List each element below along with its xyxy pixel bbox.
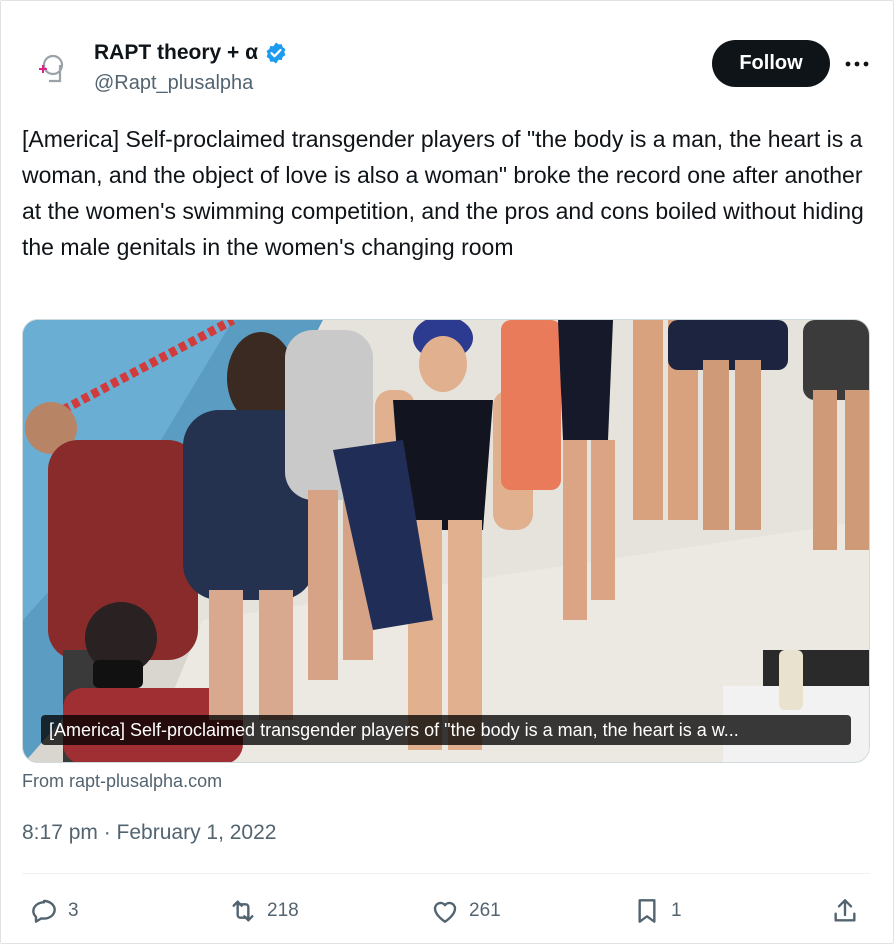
like-button[interactable]: 261 xyxy=(429,891,501,931)
bookmark-button[interactable]: 1 xyxy=(631,891,682,931)
divider xyxy=(22,873,870,874)
reply-count: 3 xyxy=(68,900,79,921)
reply-icon xyxy=(32,899,56,923)
media-caption: [America] Self-proclaimed transgender pl… xyxy=(41,715,851,745)
tweet-card: RAPT theory + α @Rapt_plusalpha Follow [… xyxy=(0,0,894,944)
source-link[interactable]: From rapt-plusalpha.com xyxy=(22,771,222,792)
share-button[interactable] xyxy=(829,891,861,931)
media-image[interactable] xyxy=(22,319,870,763)
bookmark-count: 1 xyxy=(671,900,682,921)
more-icon xyxy=(845,61,869,67)
share-icon xyxy=(834,899,856,922)
display-name[interactable]: RAPT theory + α xyxy=(94,41,258,65)
action-bar: 3 218 261 1 xyxy=(1,891,894,931)
like-count: 261 xyxy=(469,900,501,921)
logo-icon xyxy=(39,54,64,83)
author-name-row[interactable]: RAPT theory + α xyxy=(94,41,288,65)
author-handle[interactable]: @Rapt_plusalpha xyxy=(94,72,253,95)
follow-button[interactable]: Follow xyxy=(712,40,830,87)
more-options-button[interactable] xyxy=(839,49,875,79)
timestamp[interactable]: 8:17 pm · February 1, 2022 xyxy=(22,821,276,845)
verified-badge-icon xyxy=(266,42,286,64)
retweet-count: 218 xyxy=(267,900,299,921)
tweet-text: [America] Self-proclaimed transgender pl… xyxy=(22,126,864,260)
reply-button[interactable]: 3 xyxy=(28,891,79,931)
bookmark-icon xyxy=(638,899,656,923)
avatar[interactable] xyxy=(25,43,77,95)
retweet-button[interactable]: 218 xyxy=(227,891,299,931)
heart-icon xyxy=(433,901,457,923)
retweet-icon xyxy=(232,900,254,922)
swim-photo xyxy=(23,320,869,762)
